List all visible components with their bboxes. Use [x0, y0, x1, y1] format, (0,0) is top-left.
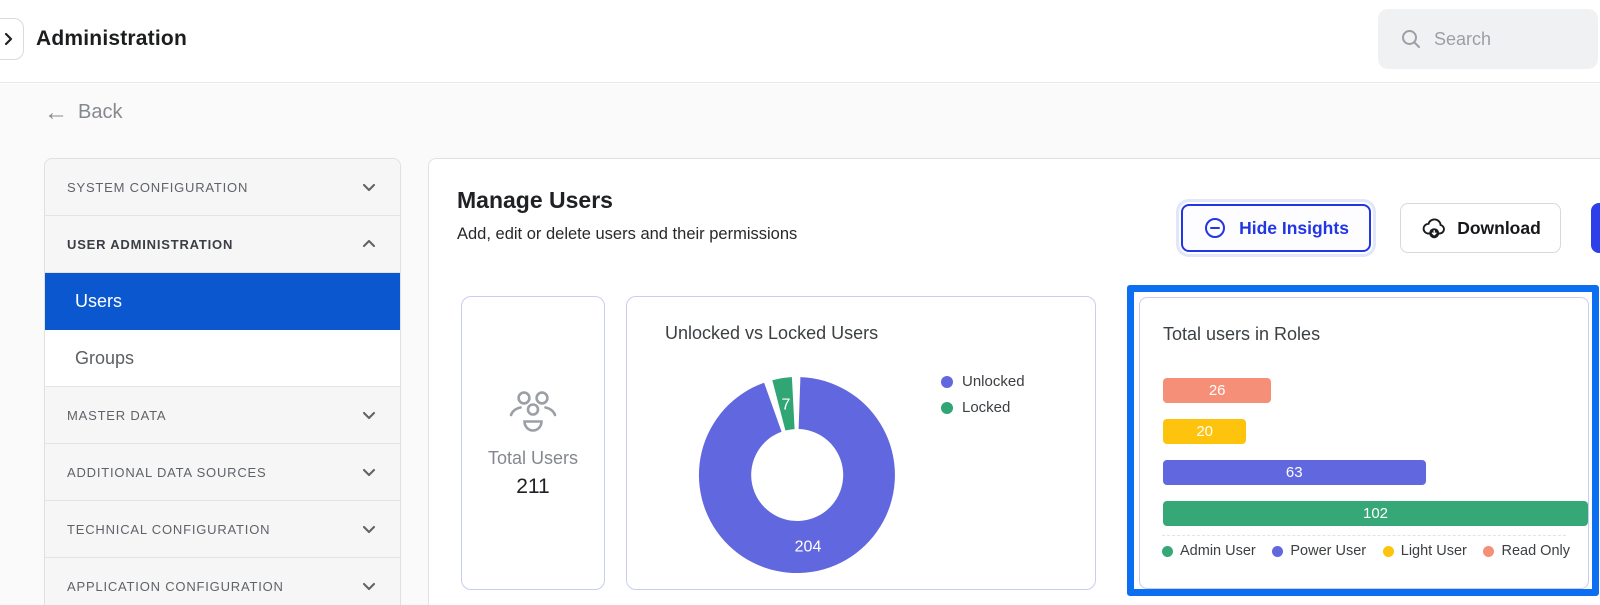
roles-legend: Admin User Power User Light User Read Only: [1162, 543, 1570, 559]
bar-value-label: 20: [1196, 423, 1213, 440]
sidebar-item-label: USER ADMINISTRATION: [67, 237, 233, 252]
roles-chart-title: Total users in Roles: [1163, 324, 1320, 345]
donut-chart: 2047: [687, 365, 907, 585]
chevron-down-icon: [360, 578, 378, 594]
donut-value-label: 7: [782, 396, 791, 413]
page-title: Administration: [36, 27, 187, 51]
back-link[interactable]: ← Back: [44, 101, 122, 124]
unlocked-locked-card: Unlocked vs Locked Users 2047 UnlockedLo…: [626, 296, 1096, 590]
legend-item-unlocked: Unlocked: [941, 373, 1025, 390]
bar-admin-user: 102: [1163, 501, 1588, 526]
sidebar-item-label: APPLICATION CONFIGURATION: [67, 579, 284, 594]
sidebar-item-label: MASTER DATA: [67, 408, 166, 423]
bar-value-label: 63: [1286, 464, 1303, 481]
legend-dot: [941, 376, 953, 388]
sidebar-item-technical-configuration[interactable]: TECHNICAL CONFIGURATION: [45, 501, 400, 558]
sidebar-item-label: ADDITIONAL DATA SOURCES: [67, 465, 266, 480]
total-users-label: Total Users: [488, 448, 578, 469]
legend-label: Light User: [1401, 543, 1467, 559]
donut-chart-title: Unlocked vs Locked Users: [665, 323, 878, 344]
legend-label: Power User: [1290, 543, 1366, 559]
section-title: Manage Users: [457, 187, 613, 214]
sidebar-item-additional-data-sources[interactable]: ADDITIONAL DATA SOURCES: [45, 444, 400, 501]
search-input[interactable]: [1434, 29, 1584, 50]
bar-light-user: 20: [1163, 419, 1246, 444]
bar-value-label: 102: [1363, 505, 1388, 522]
sidebar-item-label: SYSTEM CONFIGURATION: [67, 180, 248, 195]
admin-sidebar: SYSTEM CONFIGURATION USER ADMINISTRATION U…: [44, 158, 401, 605]
legend-item-light-user: Light User: [1383, 543, 1467, 559]
search-box[interactable]: [1378, 9, 1598, 69]
sidebar-item-label: Groups: [75, 348, 134, 369]
roles-bars: 26 20 63 102: [1163, 378, 1588, 542]
legend-dot: [1162, 546, 1173, 557]
total-users-card: Total Users 211: [461, 296, 605, 590]
minus-circle-icon: [1203, 216, 1227, 240]
back-arrow-icon: ←: [44, 103, 68, 123]
sidebar-item-label: TECHNICAL CONFIGURATION: [67, 522, 270, 537]
legend-dot: [941, 402, 953, 414]
legend-label: Unlocked: [962, 373, 1025, 390]
chevron-up-icon: [360, 236, 378, 252]
legend-dot: [1483, 546, 1494, 557]
search-icon: [1400, 28, 1422, 50]
sidebar-item-master-data[interactable]: MASTER DATA: [45, 387, 400, 444]
legend-item-power-user: Power User: [1272, 543, 1366, 559]
donut-value-label: 204: [795, 539, 822, 556]
add-user-button-partial[interactable]: [1591, 203, 1600, 253]
sidebar-item-user-administration[interactable]: USER ADMINISTRATION: [45, 216, 400, 273]
legend-dot: [1383, 546, 1394, 557]
manage-users-panel: Manage Users Add, edit or delete users a…: [428, 158, 1600, 605]
users-group-icon: [507, 388, 559, 434]
legend-label: Read Only: [1501, 543, 1570, 559]
expand-panel-button[interactable]: [0, 18, 24, 60]
back-label: Back: [78, 101, 122, 124]
section-subtitle: Add, edit or delete users and their perm…: [457, 225, 797, 244]
roles-card: Total users in Roles 26 20 63 102 Admin Use…: [1139, 297, 1589, 589]
chevron-down-icon: [360, 179, 378, 195]
sidebar-item-users[interactable]: Users: [45, 273, 400, 330]
top-header-bar: Administration: [0, 0, 1600, 83]
administration-screen: Administration ← Back SYSTEM CONFIGURATI…: [0, 0, 1600, 605]
cloud-download-icon: [1420, 217, 1447, 240]
legend-dot: [1272, 546, 1283, 557]
legend-label: Locked: [962, 399, 1010, 416]
bar-read-only: 26: [1163, 378, 1271, 403]
donut-legend: Unlocked Locked: [941, 373, 1025, 416]
legend-item-locked: Locked: [941, 399, 1025, 416]
sidebar-item-label: Users: [75, 291, 122, 312]
roles-axis-line: [1162, 535, 1566, 536]
sidebar-item-groups[interactable]: Groups: [45, 330, 400, 387]
download-label: Download: [1457, 218, 1541, 239]
legend-item-admin-user: Admin User: [1162, 543, 1256, 559]
chevron-down-icon: [360, 407, 378, 423]
sidebar-item-system-configuration[interactable]: SYSTEM CONFIGURATION: [45, 159, 400, 216]
legend-item-read-only: Read Only: [1483, 543, 1570, 559]
chevron-down-icon: [360, 464, 378, 480]
hide-insights-label: Hide Insights: [1239, 218, 1349, 239]
chevron-down-icon: [360, 521, 378, 537]
sidebar-item-application-configuration[interactable]: APPLICATION CONFIGURATION: [45, 558, 400, 605]
bar-power-user: 63: [1163, 460, 1426, 485]
legend-label: Admin User: [1180, 543, 1256, 559]
chevron-right-icon: [0, 30, 18, 48]
download-button[interactable]: Download: [1400, 203, 1561, 253]
bar-value-label: 26: [1209, 382, 1226, 399]
total-users-value: 211: [516, 475, 549, 499]
hide-insights-button[interactable]: Hide Insights: [1181, 204, 1371, 252]
